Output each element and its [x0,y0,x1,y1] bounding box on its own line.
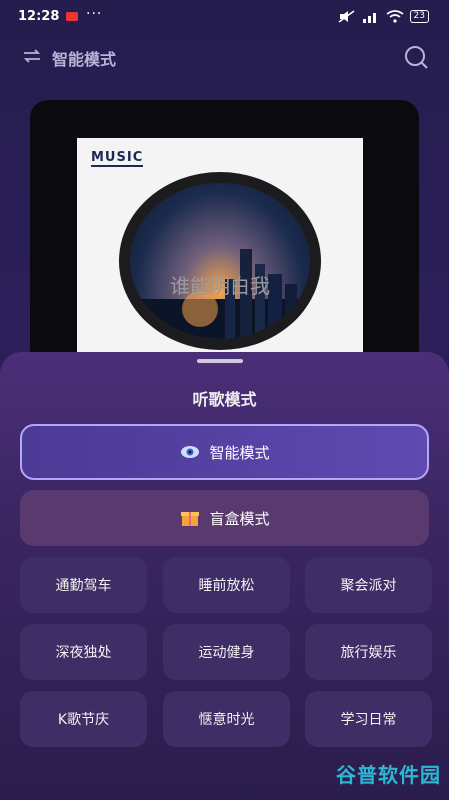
top-bar: 智能模式 [0,38,449,76]
more-notifications-icon: ··· [86,6,103,22]
gift-box-icon [181,512,200,526]
album-cover[interactable]: MUSIC 谁能明白我 [77,138,363,360]
vinyl-disc: 谁能明白我 [119,172,321,350]
status-bar: 12:28 ··· 23 [0,0,449,34]
watermark: 谷普软件园 [336,763,441,787]
blind-box-button[interactable]: 盲盒模式 [20,490,429,546]
smart-mode-button[interactable]: 智能模式 [20,424,429,480]
scene-study[interactable]: 学习日常 [305,691,432,747]
search-icon[interactable] [403,44,429,70]
sheet-title: 听歌模式 [192,390,257,409]
song-title: 谁能明白我 [170,274,270,298]
smart-mode-label: 智能模式 [209,443,270,462]
scene-workout[interactable]: 运动健身 [163,624,290,680]
scene-leisure[interactable]: 惬意时光 [163,691,290,747]
battery-indicator: 23 [409,10,429,23]
blind-box-label: 盲盒模式 [209,509,270,528]
listen-mode-sheet: 听歌模式 智能模式 盲盒模式 通勤驾车 睡前放松 聚会派对 深夜独处 运动健身 … [0,352,449,800]
scene-bedtime[interactable]: 睡前放松 [163,557,290,613]
eye-icon [181,446,200,458]
status-icons: 23 [338,10,429,23]
music-logo: MUSIC [91,150,144,167]
scene-commute[interactable]: 通勤驾车 [20,557,147,613]
scene-karaoke[interactable]: K歌节庆 [20,691,147,747]
scene-party[interactable]: 聚会派对 [305,557,432,613]
scene-late-night[interactable]: 深夜独处 [20,624,147,680]
wifi-icon [386,10,404,23]
mute-icon [338,10,354,23]
disc-artwork [130,183,310,339]
notification-icon [66,12,78,21]
mode-switch-icon[interactable] [22,48,42,64]
signal-icon [362,13,376,23]
scene-travel[interactable]: 旅行娱乐 [305,624,432,680]
status-time: 12:28 [18,9,60,24]
drag-handle[interactable] [197,359,243,363]
mode-title[interactable]: 智能模式 [52,46,116,70]
